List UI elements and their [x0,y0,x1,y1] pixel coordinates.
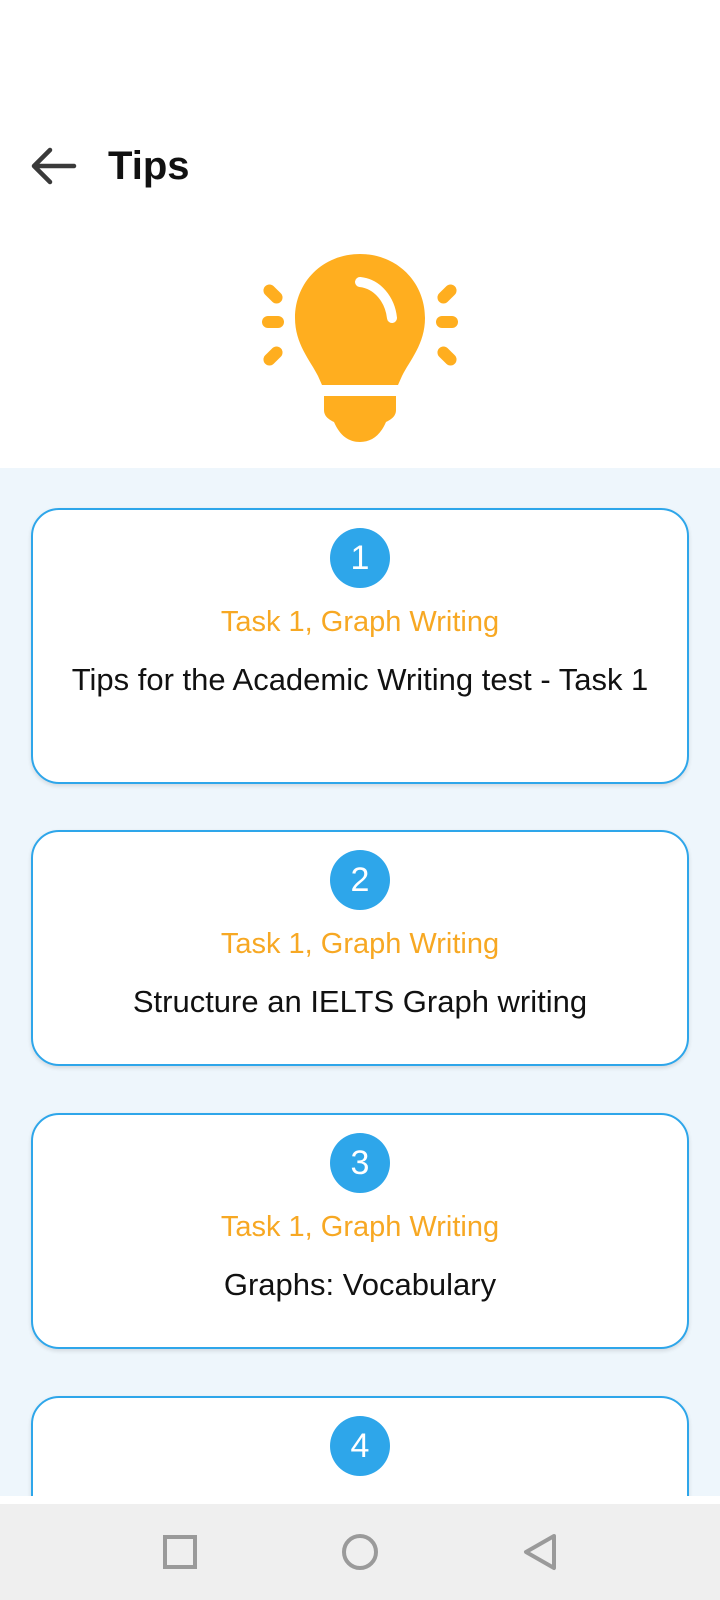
tips-list: 1 Task 1, Graph Writing Tips for the Aca… [0,468,720,1496]
system-back-button[interactable] [510,1522,570,1582]
tip-card-1[interactable]: 1 Task 1, Graph Writing Tips for the Aca… [31,508,689,784]
tip-number-badge: 2 [330,850,390,910]
tip-number-badge: 4 [330,1416,390,1476]
tip-title: Graphs: Vocabulary [223,1267,497,1302]
tip-card-2[interactable]: 2 Task 1, Graph Writing Structure an IEL… [31,830,689,1066]
hero-section [0,224,720,468]
tip-number-badge: 3 [330,1133,390,1193]
tip-category: Task 1, Graph Writing [220,928,500,960]
recents-button[interactable] [150,1522,210,1582]
app-bar: Tips [0,112,720,224]
home-button[interactable] [330,1522,390,1582]
tip-number-badge: 1 [330,528,390,588]
status-bar [0,0,720,112]
tip-category: Task 1, Graph Writing [220,1211,500,1243]
page-title: Tips [108,144,190,188]
tip-title: Structure an IELTS Graph writing [132,984,588,1019]
tip-card-4[interactable]: 4 [31,1396,689,1496]
tip-card-3[interactable]: 3 Task 1, Graph Writing Graphs: Vocabula… [31,1113,689,1349]
tip-category: Task 1, Graph Writing [220,606,500,638]
tip-title: Tips for the Academic Writing test - Tas… [71,662,649,697]
system-navigation-bar [0,1504,720,1600]
square-icon [163,1535,197,1569]
back-button[interactable] [20,134,84,198]
lightbulb-icon [262,254,458,442]
triangle-back-icon [524,1534,556,1570]
circle-icon [342,1534,378,1570]
arrow-left-icon [31,147,77,185]
